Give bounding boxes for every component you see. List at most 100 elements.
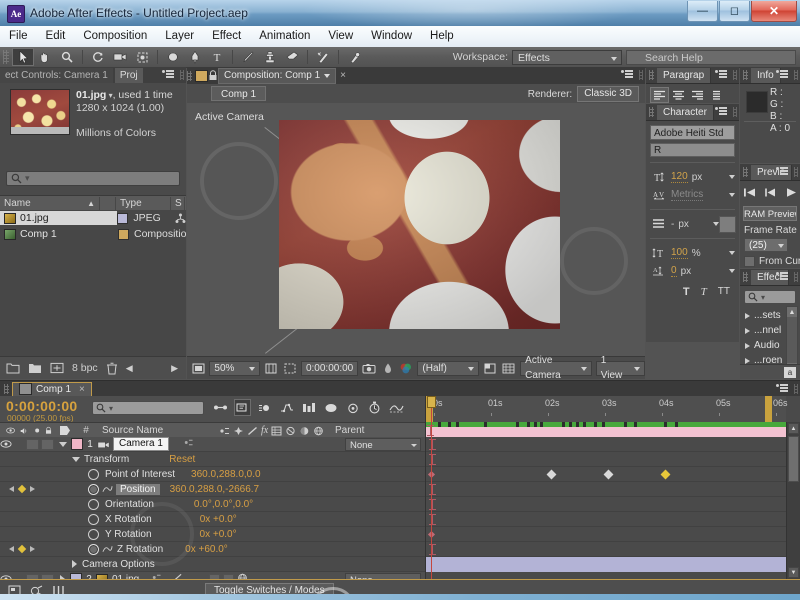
track-row[interactable] [426, 422, 786, 437]
panel-menu-icon[interactable] [715, 69, 727, 79]
tab-grip[interactable] [187, 70, 192, 81]
tab-grip[interactable] [743, 70, 748, 80]
previous-frame-button[interactable] [764, 187, 777, 201]
menu-composition[interactable]: Composition [74, 26, 156, 47]
property-value[interactable]: 0x +0.0° [200, 514, 237, 525]
workspace-select[interactable]: Effects [512, 49, 622, 65]
panel-grip[interactable] [794, 70, 798, 80]
folder-icon[interactable] [28, 362, 42, 374]
disclosure-triangle-icon[interactable] [745, 342, 750, 349]
rotation-tool[interactable] [87, 48, 109, 66]
panel-menu-icon[interactable] [776, 69, 788, 79]
eraser-tool[interactable] [281, 48, 303, 66]
stopwatch-icon[interactable] [88, 513, 99, 525]
layer-solo-toggle[interactable] [26, 438, 39, 450]
transparency-grid-icon[interactable] [483, 360, 497, 376]
timeline-search-input[interactable]: ▾ [92, 401, 204, 415]
layer-parent-select[interactable]: None [345, 437, 421, 451]
tab-character[interactable]: Character [657, 104, 714, 120]
panel-grip[interactable] [733, 70, 737, 80]
panel-grip[interactable] [794, 167, 798, 177]
list-item[interactable]: Comp 1 Composition [0, 226, 192, 242]
table-row[interactable]: Position 360.0,288.0,-2666.7 [0, 482, 425, 497]
panel-grip[interactable] [794, 384, 798, 394]
property-value[interactable]: 360.0,288.0,-2666.7 [170, 484, 260, 495]
brush-tool[interactable] [237, 48, 259, 66]
view-layout-select[interactable]: 1 View [595, 355, 645, 381]
track-row[interactable] [426, 542, 786, 557]
scroll-left-icon[interactable]: ◀ [126, 363, 133, 374]
project-search-input[interactable]: ▾ [6, 171, 180, 186]
transform-disclosure-triangle-icon[interactable] [72, 456, 80, 462]
property-value[interactable]: 0.0°,0.0°,0.0° [194, 499, 253, 510]
track-row[interactable] [426, 482, 786, 497]
disclosure-triangle-icon[interactable] [745, 357, 750, 364]
menu-layer[interactable]: Layer [156, 26, 203, 47]
table-row[interactable]: Camera Options [0, 557, 425, 572]
font-style-select[interactable]: R [650, 143, 735, 157]
list-item[interactable]: 01.jpg JPEG [0, 210, 186, 226]
composition-viewer[interactable]: Active Camera [187, 103, 645, 356]
next-keyframe-icon[interactable] [30, 486, 35, 492]
time-ruler[interactable]: 0s 01s 02s 03s 04s 05s 06s [426, 396, 788, 423]
panel-menu-icon[interactable] [715, 106, 727, 116]
column-name[interactable]: Name ▲ [0, 196, 100, 210]
3d-view-icon[interactable] [502, 360, 516, 376]
property-value[interactable]: 360.0,288.0,0.0 [191, 469, 261, 480]
panel-grip[interactable] [733, 107, 737, 117]
timer-icon[interactable] [366, 399, 383, 416]
pan-behind-tool[interactable] [131, 48, 153, 66]
motion-sketch-icon[interactable] [388, 399, 405, 416]
tab-grip[interactable] [649, 107, 654, 117]
faux-italic-button[interactable]: T [701, 286, 707, 298]
scrollbar-thumb[interactable] [788, 436, 799, 482]
previous-keyframe-icon[interactable] [9, 486, 14, 492]
layer-visibility-toggle[interactable] [0, 440, 12, 448]
next-keyframe-icon[interactable] [30, 546, 35, 552]
brainstorm-icon[interactable] [322, 399, 339, 416]
tab-grip[interactable] [4, 383, 9, 394]
delete-icon[interactable] [106, 362, 118, 375]
magnification-select[interactable]: 50% [209, 360, 261, 376]
menu-animation[interactable]: Animation [250, 26, 319, 47]
keyframe-marker[interactable] [660, 469, 671, 480]
new-folder-icon[interactable] [6, 362, 20, 374]
search-caret-icon[interactable]: ▾ [109, 404, 113, 413]
label-color-swatch[interactable] [117, 212, 129, 224]
close-button[interactable]: ✕ [751, 1, 797, 22]
from-current-checkbox[interactable] [744, 256, 755, 267]
kerning-value[interactable]: Metrics [671, 189, 704, 201]
puppet-pin-tool[interactable] [343, 48, 365, 66]
toolbar-grip[interactable] [3, 50, 9, 64]
take-snapshot-icon[interactable] [362, 360, 376, 376]
keyframe-navigator[interactable] [0, 484, 44, 494]
maximize-button[interactable]: ◻ [719, 1, 750, 22]
add-keyframe-icon[interactable] [17, 544, 27, 554]
layer-disclosure-triangle-icon[interactable] [59, 441, 67, 447]
shape-tool[interactable] [162, 48, 184, 66]
tab-paragraph[interactable]: Paragrap [657, 67, 712, 83]
tab-grip[interactable] [743, 167, 748, 177]
search-caret-icon[interactable]: ▾ [25, 173, 30, 184]
all-caps-button[interactable]: TT [718, 286, 730, 298]
scroll-up-icon[interactable]: ▲ [787, 307, 797, 317]
playhead-handle[interactable] [427, 396, 436, 408]
auto-keyframe-icon[interactable] [344, 399, 361, 416]
timeline-current-time[interactable]: 0:00:00:00 [6, 398, 78, 414]
camera-options-disclosure-triangle-icon[interactable] [72, 560, 77, 568]
stopwatch-icon[interactable] [88, 468, 99, 480]
menu-edit[interactable]: Edit [37, 26, 75, 47]
panel-grip[interactable] [180, 70, 184, 80]
scroll-up-icon[interactable]: ▲ [788, 423, 799, 434]
show-snapshot-icon[interactable] [381, 360, 395, 376]
leading-value[interactable]: - [671, 219, 674, 230]
align-left-button[interactable] [650, 87, 669, 103]
panel-menu-icon[interactable] [776, 271, 788, 281]
graph-editor-property-icon[interactable] [102, 544, 113, 554]
motion-blur-icon[interactable] [256, 399, 273, 416]
menu-help[interactable]: Help [421, 26, 463, 47]
channels-icon[interactable] [399, 360, 413, 376]
keyframe-marker[interactable] [546, 469, 557, 480]
live-update-icon[interactable] [212, 399, 229, 416]
previous-keyframe-icon[interactable] [9, 546, 14, 552]
